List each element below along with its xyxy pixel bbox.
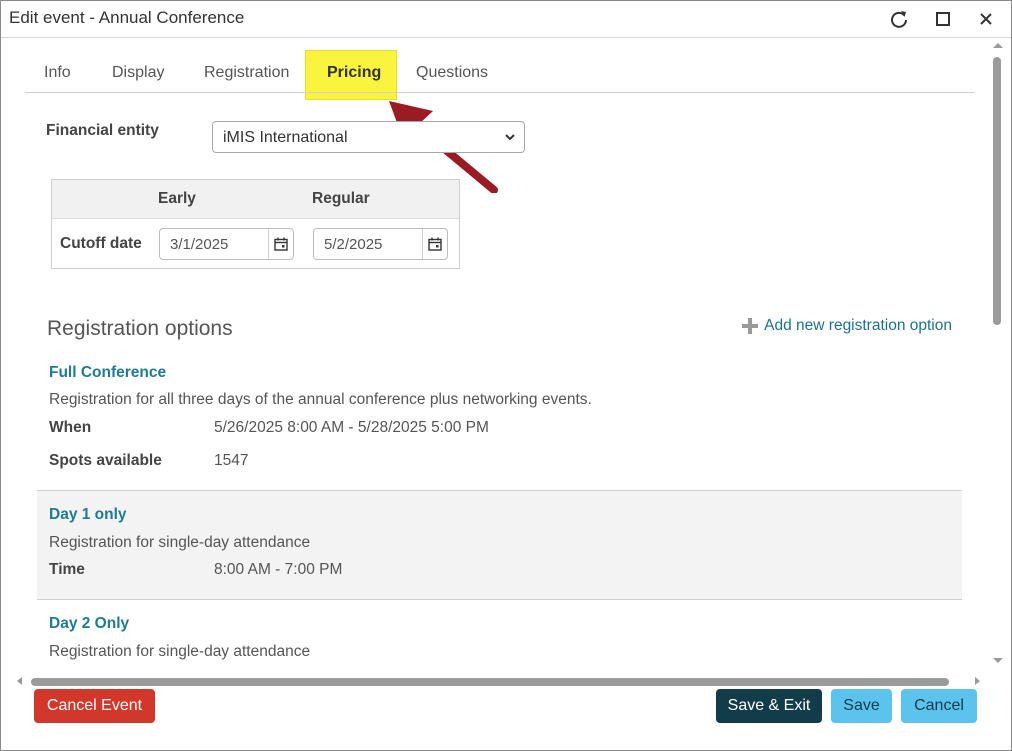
column-early: Early xyxy=(158,190,196,207)
maximize-icon xyxy=(936,12,950,26)
add-registration-option-label: Add new registration option xyxy=(764,317,952,334)
when-value: 5/26/2025 8:00 AM - 5/28/2025 5:00 PM xyxy=(214,419,489,436)
tab-info[interactable]: Info xyxy=(44,48,71,92)
cutoff-table-header: Early Regular xyxy=(52,180,459,219)
edit-event-dialog: Edit event - Annual Conference Info Disp… xyxy=(0,0,1012,751)
tab-strip: Info Display Registration Pricing Questi… xyxy=(25,48,974,93)
tab-registration[interactable]: Registration xyxy=(204,48,289,92)
save-button[interactable]: Save xyxy=(831,689,892,723)
option-day-2-only[interactable]: Day 2 Only xyxy=(49,615,129,633)
regular-date-value: 5/2/2025 xyxy=(324,236,383,253)
cutoff-date-table: Early Regular Cutoff date 3/1/2025 5/2/2… xyxy=(51,179,460,269)
plus-icon xyxy=(742,318,759,334)
option-day-1-only[interactable]: Day 1 only xyxy=(49,506,127,524)
option-description: Registration for single-day attendance xyxy=(49,643,311,660)
refresh-button[interactable] xyxy=(887,7,911,31)
early-date-input[interactable]: 3/1/2025 xyxy=(159,228,294,260)
scroll-up-icon[interactable] xyxy=(992,41,1004,49)
financial-entity-select[interactable]: iMIS International xyxy=(212,121,525,153)
scroll-down-icon[interactable] xyxy=(992,657,1004,665)
save-exit-button[interactable]: Save & Exit xyxy=(716,689,822,723)
close-icon xyxy=(980,13,992,25)
when-label: When xyxy=(49,419,92,436)
financial-entity-value: iMIS International xyxy=(223,129,348,146)
scroll-left-icon[interactable] xyxy=(15,676,23,686)
time-value: 8:00 AM - 7:00 PM xyxy=(214,561,343,578)
tab-display[interactable]: Display xyxy=(112,48,164,92)
cancel-event-button[interactable]: Cancel Event xyxy=(34,689,155,723)
dialog-content: Info Display Registration Pricing Questi… xyxy=(1,38,990,674)
refresh-icon xyxy=(891,11,907,28)
option-full-conference[interactable]: Full Conference xyxy=(49,364,166,382)
registration-options-title: Registration options xyxy=(47,317,233,340)
dialog-title: Edit event - Annual Conference xyxy=(9,8,245,27)
vertical-scroll-thumb[interactable] xyxy=(993,57,1001,325)
early-date-value: 3/1/2025 xyxy=(170,236,229,253)
calendar-icon[interactable] xyxy=(268,229,293,259)
option-description: Registration for all three days of the a… xyxy=(49,391,592,408)
cutoff-date-label: Cutoff date xyxy=(60,235,142,252)
cancel-button[interactable]: Cancel xyxy=(901,689,977,723)
spots-available-value: 1547 xyxy=(214,452,249,469)
regular-date-input[interactable]: 5/2/2025 xyxy=(313,228,448,260)
option-description: Registration for single-day attendance xyxy=(49,534,311,551)
financial-entity-label: Financial entity xyxy=(46,122,159,139)
time-label: Time xyxy=(49,561,85,578)
title-bar: Edit event - Annual Conference xyxy=(1,1,1011,38)
close-button[interactable] xyxy=(974,7,998,31)
calendar-icon[interactable] xyxy=(422,229,447,259)
column-regular: Regular xyxy=(312,190,370,207)
spots-available-label: Spots available xyxy=(49,452,162,469)
tab-pricing[interactable]: Pricing xyxy=(327,48,381,92)
chevron-down-icon xyxy=(504,130,516,149)
scroll-right-icon[interactable] xyxy=(974,676,982,686)
horizontal-scroll-thumb[interactable] xyxy=(31,678,949,686)
maximize-button[interactable] xyxy=(931,7,955,31)
tab-questions[interactable]: Questions xyxy=(416,48,488,92)
add-registration-option-link[interactable]: Add new registration option xyxy=(742,317,952,335)
